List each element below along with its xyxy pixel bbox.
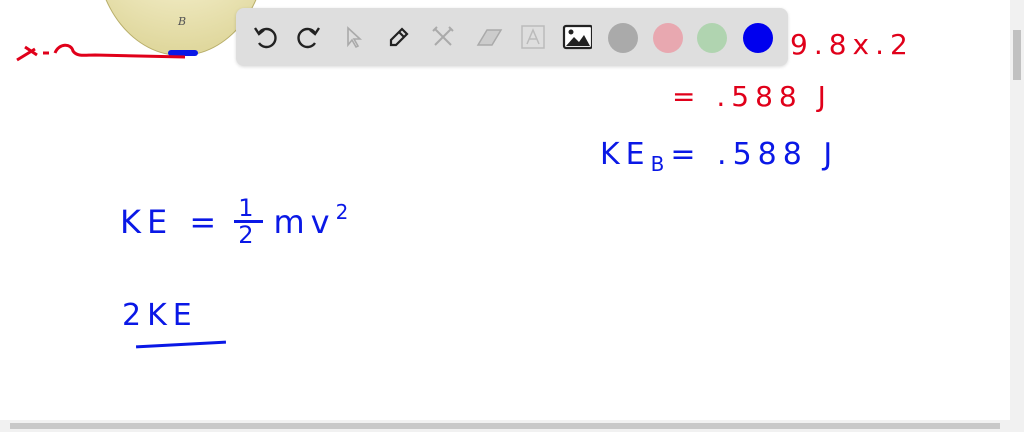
red-calc-line1: 9.8x.2 xyxy=(790,28,914,61)
fraction-numerator: 1 xyxy=(234,196,264,223)
red-calc-line2: = .588 J xyxy=(672,80,832,113)
redo-icon[interactable] xyxy=(294,22,324,52)
ke-formula-rhs: mv xyxy=(273,202,336,241)
color-gray[interactable] xyxy=(608,23,638,53)
horizontal-scrollbar[interactable] xyxy=(0,420,1024,432)
two-ke-numerator: 2KE xyxy=(122,298,198,333)
eraser-icon[interactable] xyxy=(474,22,504,52)
color-blue-selected[interactable] xyxy=(743,23,773,53)
ke-formula-lhs: KE = xyxy=(120,202,223,241)
ke-formula: KE = 1 2 mv 2 xyxy=(120,196,354,247)
select-icon[interactable] xyxy=(338,22,368,52)
text-icon[interactable] xyxy=(518,22,548,52)
ke-b-equation: KEB= .588 J xyxy=(600,137,838,176)
ke-b-value: = .588 J xyxy=(670,137,839,172)
color-red[interactable] xyxy=(653,23,683,53)
color-green[interactable] xyxy=(697,23,727,53)
red-annotation-stroke xyxy=(16,43,186,62)
horizontal-scrollbar-thumb[interactable] xyxy=(10,423,1000,429)
fraction-denominator: 2 xyxy=(238,221,260,249)
figure-label-b: B xyxy=(178,15,187,28)
fraction-one-half: 1 2 xyxy=(234,196,264,249)
pen-icon[interactable] xyxy=(384,22,414,52)
ke-b-subscript: B xyxy=(650,152,671,176)
fraction-bar xyxy=(135,340,227,349)
drawing-toolbar xyxy=(236,8,788,66)
vertical-scrollbar-thumb[interactable] xyxy=(1013,30,1021,80)
ke-b-prefix: KE xyxy=(600,137,651,172)
vertical-scrollbar[interactable] xyxy=(1010,0,1024,420)
ke-formula-exponent: 2 xyxy=(335,199,355,224)
undo-icon[interactable] xyxy=(250,22,280,52)
tools-icon[interactable] xyxy=(428,22,458,52)
image-icon[interactable] xyxy=(562,22,592,52)
